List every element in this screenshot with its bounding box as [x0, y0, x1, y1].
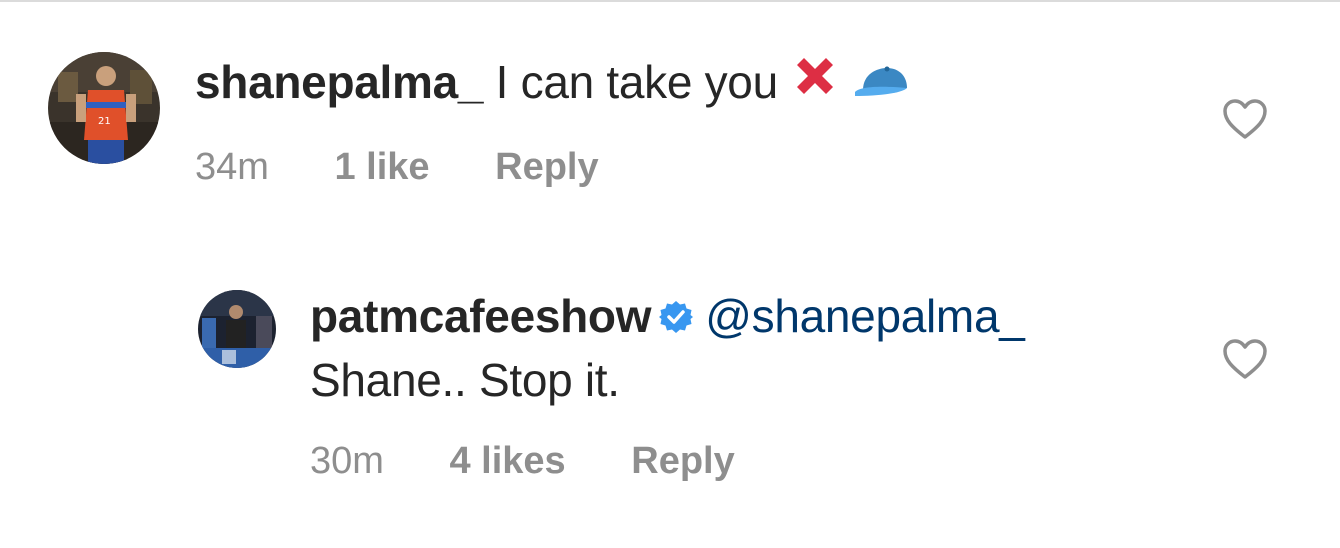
- comment-time: 34m: [195, 146, 269, 188]
- comment-meta: 30m 4 likes Reply: [310, 438, 790, 484]
- comment-username[interactable]: shanepalma_: [195, 56, 483, 108]
- comment-shanepalma: 21 shanepalma_ I can take you 34m 1 like…: [0, 0, 1340, 240]
- mention-link[interactable]: @shanepalma_: [705, 290, 1025, 342]
- comment-username[interactable]: patmcafeeshow: [310, 290, 652, 342]
- avatar[interactable]: [198, 290, 276, 368]
- comment-patmcafeeshow: patmcafeeshow @shanepalma_ Shane.. Stop …: [0, 260, 1340, 520]
- reply-button[interactable]: Reply: [631, 440, 734, 482]
- heart-icon[interactable]: [1222, 338, 1268, 385]
- comment-meta: 34m 1 like Reply: [195, 144, 654, 190]
- avatar[interactable]: 21: [48, 52, 160, 164]
- comment-line: patmcafeeshow @shanepalma_: [310, 288, 1025, 346]
- comment-text-line: Shane.. Stop it.: [310, 352, 620, 408]
- comment-likes[interactable]: 4 likes: [449, 440, 565, 482]
- comment-likes[interactable]: 1 like: [334, 146, 429, 188]
- comment-time: 30m: [310, 440, 384, 482]
- blue-cap-icon: [853, 60, 911, 116]
- comment-line: shanepalma_ I can take you: [195, 54, 911, 116]
- heart-icon[interactable]: [1222, 98, 1268, 145]
- comment-text: I can take you: [495, 56, 779, 108]
- comment-text: Shane.. Stop it.: [310, 354, 620, 406]
- svg-text:21: 21: [98, 116, 111, 127]
- verified-badge-icon: [659, 290, 694, 346]
- cross-mark-icon: [790, 54, 840, 116]
- reply-button[interactable]: Reply: [495, 146, 598, 188]
